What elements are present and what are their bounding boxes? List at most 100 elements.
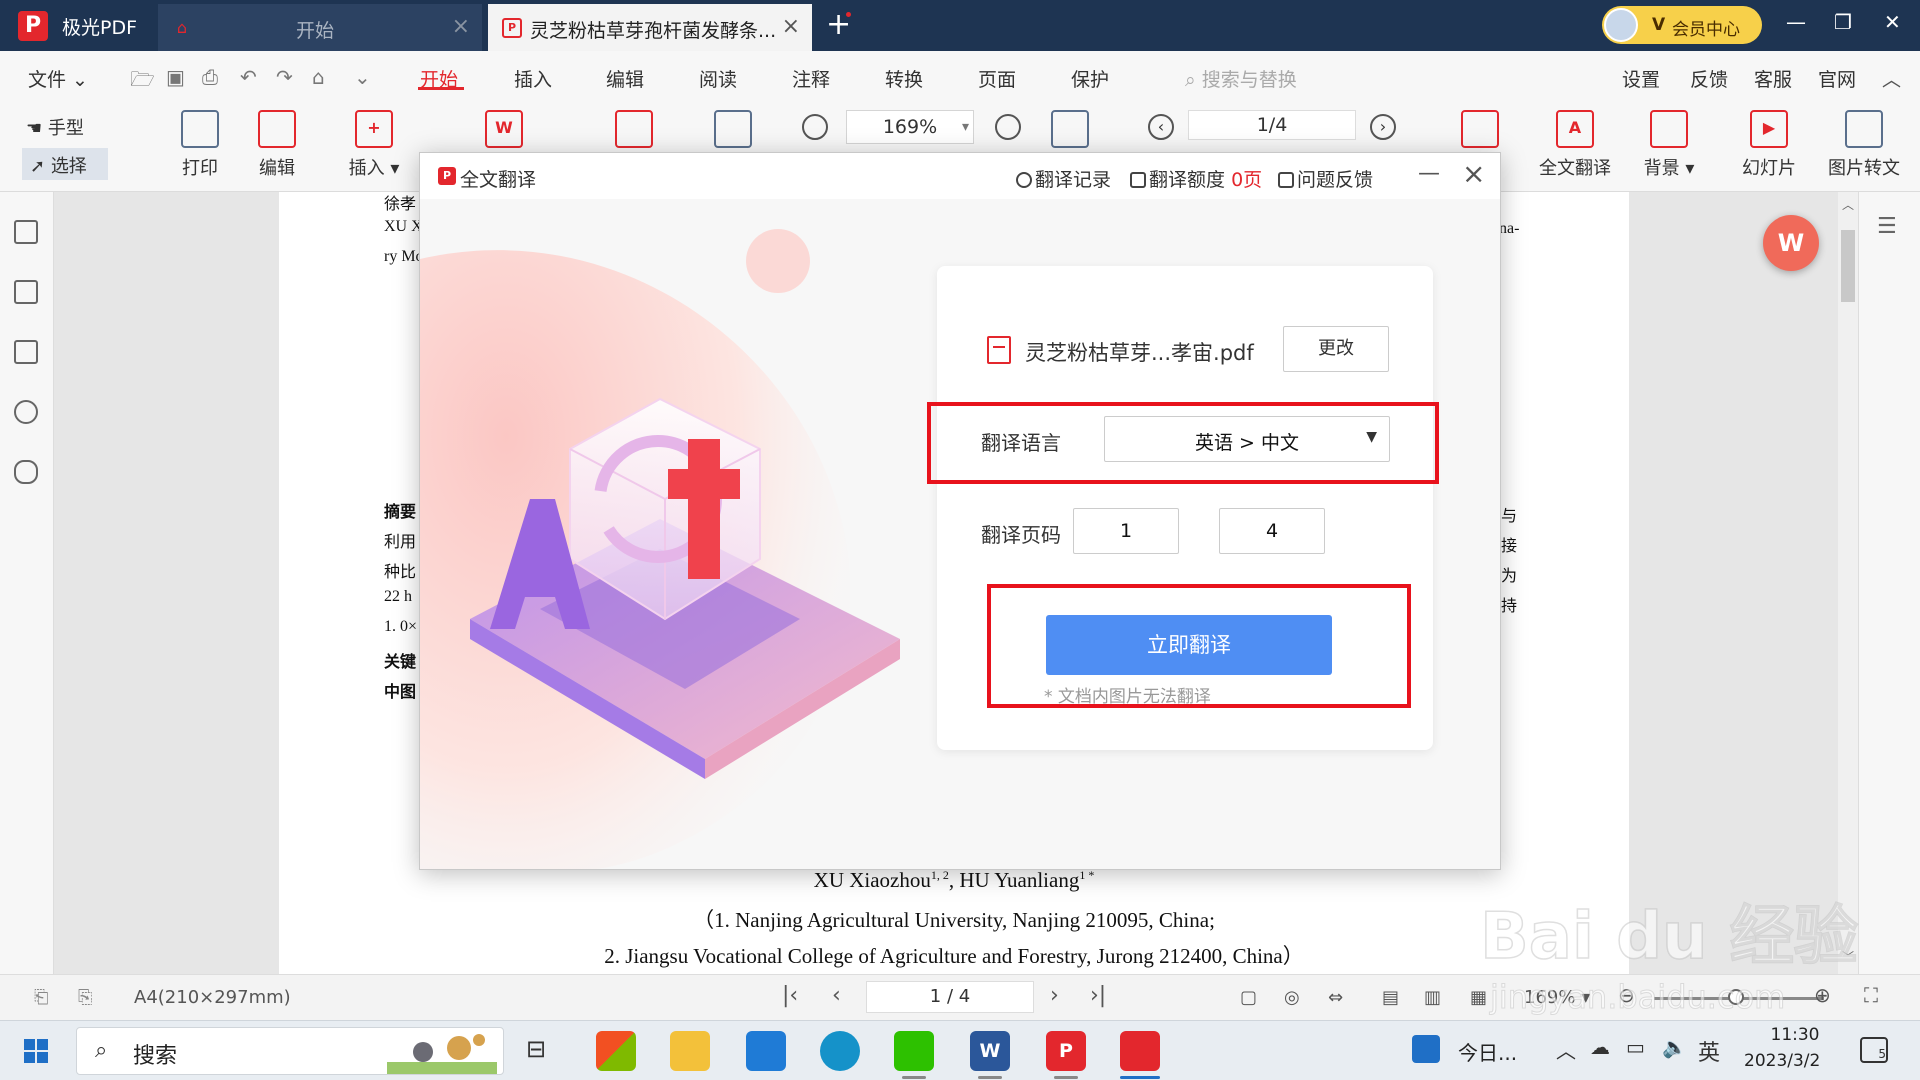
dialog-minimize-button[interactable]: — — [1418, 161, 1440, 186]
image-extract-tool[interactable] — [1455, 110, 1505, 154]
microsoft-store-icon[interactable] — [596, 1031, 636, 1071]
undo-icon[interactable]: ↶ — [240, 65, 257, 89]
minimize-window-button[interactable]: — — [1786, 10, 1806, 34]
widgets-icon[interactable] — [1412, 1035, 1440, 1063]
file-explorer-icon[interactable] — [670, 1031, 710, 1071]
clock-date[interactable]: 2023/3/2 — [1744, 1051, 1820, 1071]
insert-tool[interactable]: + 插入 ▾ — [334, 110, 414, 180]
tab-document[interactable]: P 灵芝粉枯草芽孢杆菌发酵条... × — [488, 4, 812, 51]
menu-read[interactable]: 阅读 — [699, 65, 737, 92]
rotate-tool[interactable] — [1048, 110, 1092, 154]
clock-time[interactable]: 11:30 — [1760, 1025, 1830, 1045]
translate-language-select[interactable]: 英语 > 中文 ▼ — [1104, 416, 1390, 462]
dialog-close-button[interactable]: × — [1462, 157, 1485, 190]
next-page-icon[interactable]: › — [1050, 983, 1059, 1008]
fit-width-icon[interactable]: ⇔ — [1328, 987, 1343, 1008]
bookmark-icon[interactable] — [14, 220, 38, 244]
prev-page-icon[interactable]: ‹ — [832, 983, 841, 1008]
zoom-in-button[interactable] — [995, 114, 1021, 140]
translate-history-link[interactable]: 翻译记录 — [1016, 165, 1111, 192]
status-page-input[interactable]: 1 / 4 — [866, 981, 1034, 1013]
menu-protect[interactable]: 保护 — [1071, 65, 1109, 92]
two-page-view-icon[interactable]: ▦ — [1470, 987, 1487, 1008]
search-icon[interactable] — [14, 400, 38, 424]
previous-page-button[interactable]: ‹ — [1148, 114, 1174, 140]
fit-page-icon[interactable]: ◎ — [1284, 987, 1300, 1008]
restore-window-button[interactable]: ❐ — [1834, 10, 1852, 34]
status-zoom[interactable]: 169% ▾ — [1524, 987, 1590, 1008]
edit-tool[interactable]: 编辑 — [237, 110, 317, 180]
menu-insert[interactable]: 插入 — [514, 65, 552, 92]
zoom-out-button[interactable] — [802, 114, 828, 140]
cloud-icon[interactable]: ☁ — [1590, 1035, 1610, 1059]
translate-quota-link[interactable]: 翻译额度 0页 — [1130, 165, 1262, 192]
image-tool[interactable] — [604, 110, 664, 154]
fullscreen-icon[interactable]: ⛶ — [1864, 983, 1878, 1007]
change-file-button[interactable]: 更改 — [1283, 326, 1389, 372]
scroll-up-icon[interactable]: ︿ — [1842, 196, 1854, 213]
menu-file[interactable]: 文件 ⌄ — [28, 65, 88, 92]
print-icon[interactable]: ⎙ — [202, 65, 218, 89]
menu-edit[interactable]: 编辑 — [606, 65, 644, 92]
translate-now-button[interactable]: 立即翻译 — [1046, 615, 1332, 675]
print-tool[interactable]: 打印 — [160, 110, 240, 180]
select-tool[interactable]: ➚ 选择 — [22, 148, 108, 180]
input-method-indicator[interactable]: 英 — [1698, 1035, 1720, 1067]
vertical-scrollbar[interactable]: ︿ ﹀ — [1838, 192, 1858, 974]
mail-icon[interactable] — [746, 1031, 786, 1071]
word-convert-tool[interactable]: W — [474, 110, 534, 154]
search-replace-input[interactable]: ⌕ 搜索与替换 — [1185, 65, 1297, 92]
zoom-slider-handle[interactable] — [1728, 989, 1744, 1005]
zoom-select[interactable]: 169% — [846, 110, 974, 144]
page-number-input[interactable]: 1/4 — [1188, 110, 1356, 140]
widgets-label[interactable]: 今日... — [1458, 1037, 1517, 1066]
menu-service[interactable]: 客服 — [1754, 65, 1792, 92]
jiguang-pdf-taskbar-icon[interactable]: P — [1046, 1031, 1086, 1079]
status-zoom-in-icon[interactable]: ⊕ — [1814, 983, 1831, 1007]
home-icon[interactable]: ⌂ — [312, 65, 325, 89]
open-folder-icon[interactable]: 🗁 — [130, 65, 155, 99]
taskbar-search-box[interactable]: ⌕ 搜索 — [76, 1027, 504, 1075]
menu-website[interactable]: 官网 — [1818, 65, 1856, 92]
prev-doc-icon[interactable]: ⎗ — [34, 987, 48, 1008]
customize-toolbar-icon[interactable]: ⌄ — [354, 65, 371, 89]
thumbnails-icon[interactable] — [14, 280, 38, 304]
save-icon[interactable]: ▣ — [166, 65, 185, 89]
close-window-button[interactable]: ✕ — [1884, 10, 1901, 34]
edge-browser-icon[interactable] — [820, 1031, 860, 1071]
feedback-link[interactable]: 问题反馈 — [1278, 165, 1373, 192]
menu-settings[interactable]: 设置 — [1622, 65, 1660, 92]
redo-icon[interactable]: ↷ — [276, 65, 293, 89]
menu-page[interactable]: 页面 — [978, 65, 1016, 92]
continuous-view-icon[interactable]: ▥ — [1424, 987, 1441, 1008]
notification-center-icon[interactable]: 5 — [1860, 1037, 1888, 1063]
windows-start-icon[interactable] — [24, 1039, 48, 1063]
tray-expand-icon[interactable]: ︿ — [1556, 1035, 1576, 1064]
avatar[interactable] — [1604, 8, 1638, 42]
word-icon[interactable]: W — [970, 1031, 1010, 1079]
last-page-icon[interactable]: ›| — [1090, 983, 1106, 1008]
page-to-input[interactable]: 4 — [1219, 508, 1325, 554]
word-convert-float-icon[interactable]: W — [1763, 215, 1819, 271]
first-page-icon[interactable]: |‹ — [782, 983, 798, 1008]
thumbnail-tool[interactable] — [703, 110, 763, 154]
hand-tool[interactable]: ☚ 手型 — [26, 114, 84, 140]
vip-center-button[interactable]: V 会员中心 — [1602, 6, 1762, 44]
tab-close-icon[interactable]: × — [782, 14, 800, 39]
wechat-icon[interactable] — [894, 1031, 934, 1079]
menu-annotate[interactable]: 注释 — [792, 65, 830, 92]
properties-icon[interactable]: ☰ — [1877, 214, 1897, 239]
scroll-down-icon[interactable]: ﹀ — [1842, 948, 1854, 965]
tab-close-icon[interactable]: × — [452, 14, 470, 39]
task-view-icon[interactable]: ⊟ — [526, 1035, 546, 1063]
actual-size-icon[interactable]: ▢ — [1240, 987, 1257, 1008]
single-page-view-icon[interactable]: ▤ — [1382, 987, 1399, 1008]
menu-feedback[interactable]: 反馈 — [1690, 65, 1728, 92]
image-to-text-tool[interactable]: 图片转文 — [1818, 110, 1910, 180]
collapse-ribbon-icon[interactable]: ︿ — [1882, 65, 1901, 92]
battery-icon[interactable]: ▭ — [1626, 1035, 1645, 1059]
full-translate-tool[interactable]: A 全文翻译 — [1530, 110, 1620, 180]
status-zoom-out-icon[interactable]: ⊖ — [1618, 983, 1635, 1007]
slideshow-tool[interactable]: ▶ 幻灯片 — [1724, 110, 1814, 180]
comments-icon[interactable] — [14, 340, 38, 364]
